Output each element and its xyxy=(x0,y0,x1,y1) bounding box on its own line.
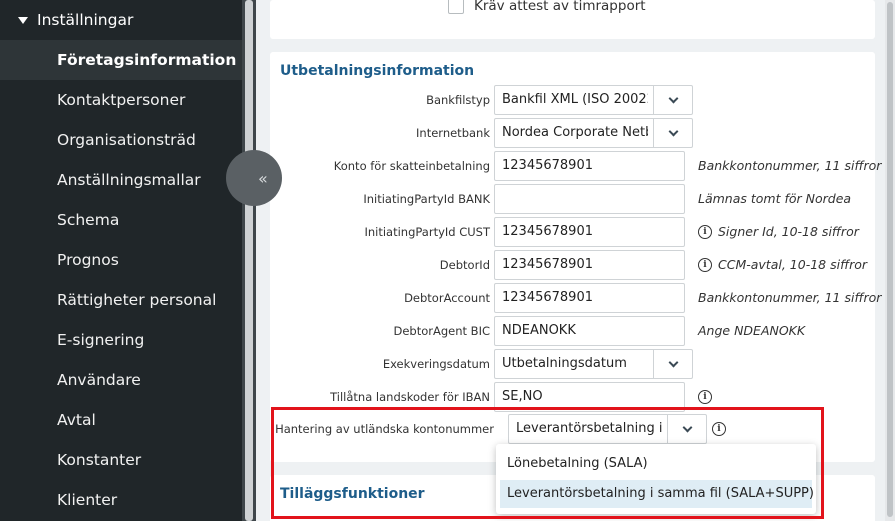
info-icon[interactable]: i xyxy=(698,258,712,272)
sidebar-item-users[interactable]: Användare xyxy=(0,360,242,400)
tax-account-hint: Bankkontonummer, 11 siffror xyxy=(698,158,882,173)
foreign-accounts-label: Hantering av utländska kontonummer xyxy=(275,422,494,436)
debtor-account-hint: Bankkontonummer, 11 siffror xyxy=(698,290,882,305)
sidebar-item-forecast[interactable]: Prognos xyxy=(0,240,242,280)
info-icon[interactable]: i xyxy=(712,422,726,436)
initiating-bank-input[interactable] xyxy=(494,184,685,214)
sidebar-item-constants[interactable]: Konstanter xyxy=(0,440,242,480)
row-iban-codes: Tillåtna landskoder för IBAN SE,NO i xyxy=(270,382,875,412)
iban-codes-label: Tillåtna landskoder för IBAN xyxy=(330,390,490,404)
sidebar-item-org-tree[interactable]: Organisationsträd xyxy=(0,120,242,160)
sidebar-scrollbar[interactable] xyxy=(242,0,256,521)
foreign-accounts-value: Leverantörsbetalning i samma fil (SALA+S… xyxy=(516,421,662,436)
attest-checkbox[interactable] xyxy=(448,0,464,14)
caret-down-icon xyxy=(18,16,28,24)
row-debtor-account: DebtorAccount 12345678901 Bankkontonumme… xyxy=(270,283,881,313)
attest-checkbox-label: Kräv attest av timrapport xyxy=(474,0,646,14)
tax-account-label: Konto för skatteinbetalning xyxy=(333,159,490,173)
row-initiating-bank: InitiatingPartyId BANK Lämnas tomt för N… xyxy=(270,184,875,214)
dropdown-option-sala[interactable]: Lönebetalning (SALA) xyxy=(500,450,812,478)
initiating-cust-input[interactable]: 12345678901 xyxy=(494,217,685,247)
row-internet-bank: Internetbank Nordea Corporate Netbank xyxy=(270,118,875,148)
debtor-agent-label: DebtorAgent BIC xyxy=(393,324,490,338)
debtor-account-input[interactable]: 12345678901 xyxy=(494,283,685,313)
execution-date-label: Exekveringsdatum xyxy=(382,357,490,371)
content-scrollbar[interactable] xyxy=(885,0,895,521)
chevron-down-icon xyxy=(668,357,678,367)
row-debtor-agent: DebtorAgent BIC NDEANOKK Ange NDEANOKK xyxy=(270,316,875,346)
sidebar-item-permissions[interactable]: Rättigheter personal xyxy=(0,280,242,320)
chevron-down-icon xyxy=(668,126,678,136)
initiating-cust-label: InitiatingPartyId CUST xyxy=(364,225,490,239)
dropdown-option-sala-supp[interactable]: Leverantörsbetalning i samma fil (SALA+S… xyxy=(500,480,814,508)
payment-info-card: Utbetalningsinformation Bankfilstyp Bank… xyxy=(270,52,881,462)
sidebar-item-employment-templates[interactable]: Anställningsmallar xyxy=(0,160,242,200)
info-icon[interactable]: i xyxy=(698,225,712,239)
debtor-id-input[interactable]: 12345678901 xyxy=(494,250,685,280)
initiating-bank-label: InitiatingPartyId BANK xyxy=(363,192,490,206)
sidebar-item-clients[interactable]: Klienter xyxy=(0,480,242,520)
chevron-down-icon xyxy=(682,422,692,432)
bankfile-type-toggle[interactable] xyxy=(653,86,692,114)
sidebar-item-company-info[interactable]: Företagsinformation xyxy=(0,40,242,80)
row-foreign-accounts: Hantering av utländska kontonummer Lever… xyxy=(270,414,875,444)
content-scrollbar-thumb[interactable] xyxy=(887,2,893,517)
bankfile-type-label: Bankfilstyp xyxy=(426,93,490,107)
attest-checkbox-row[interactable]: Kräv attest av timrapport xyxy=(448,0,646,14)
foreign-accounts-dropdown: Lönebetalning (SALA) Leverantörsbetalnin… xyxy=(496,444,816,514)
collapse-sidebar-button[interactable]: « xyxy=(226,150,282,206)
sidebar-header-label: Inställningar xyxy=(37,11,134,29)
row-debtor-id: DebtorId 12345678901 i CCM-avtal, 10-18 s… xyxy=(270,250,875,280)
bankfile-type-select[interactable]: Bankfil XML (ISO 20022) xyxy=(494,85,693,115)
sidebar-item-e-signing[interactable]: E-signering xyxy=(0,320,242,360)
iban-codes-hint: i xyxy=(698,382,718,412)
execution-date-select[interactable]: Utbetalningsdatum xyxy=(494,349,693,379)
row-bankfile-type: Bankfilstyp Bankfil XML (ISO 20022) xyxy=(270,85,875,115)
main-content: Kräv attest av timrapport Utbetalningsin… xyxy=(256,0,895,521)
internet-bank-select[interactable]: Nordea Corporate Netbank xyxy=(494,118,693,148)
internet-bank-toggle[interactable] xyxy=(653,119,692,147)
sidebar-item-contacts[interactable]: Kontaktpersoner xyxy=(0,80,242,120)
sidebar-header-settings[interactable]: Inställningar xyxy=(0,0,242,40)
sidebar-item-schedule[interactable]: Schema xyxy=(0,200,242,240)
double-chevron-left-icon: « xyxy=(258,168,268,188)
debtor-agent-input[interactable]: NDEANOKK xyxy=(494,316,685,346)
info-icon[interactable]: i xyxy=(698,390,712,404)
tax-account-input[interactable]: 12345678901 xyxy=(494,151,685,181)
sidebar-scrollbar-thumb[interactable] xyxy=(245,0,253,521)
addons-title: Tilläggsfunktioner xyxy=(280,486,425,502)
debtor-agent-hint: Ange NDEANOKK xyxy=(698,323,806,338)
foreign-accounts-select[interactable]: Leverantörsbetalning i samma fil (SALA+S… xyxy=(508,414,707,444)
debtor-id-label: DebtorId xyxy=(439,258,490,272)
sidebar-item-agreements[interactable]: Avtal xyxy=(0,400,242,440)
initiating-bank-hint: Lämnas tomt för Nordea xyxy=(698,191,852,206)
execution-date-toggle[interactable] xyxy=(653,350,692,378)
foreign-accounts-hint: i xyxy=(712,414,732,444)
internet-bank-value: Nordea Corporate Netbank xyxy=(502,125,648,140)
debtor-account-label: DebtorAccount xyxy=(404,291,490,305)
sidebar: Inställningar Företagsinformation Kontak… xyxy=(0,0,242,521)
iban-codes-input[interactable]: SE,NO xyxy=(494,382,685,412)
foreign-accounts-toggle[interactable] xyxy=(667,415,706,443)
row-tax-account: Konto för skatteinbetalning 12345678901 … xyxy=(270,151,881,181)
attest-card: Kräv attest av timrapport xyxy=(270,0,875,39)
execution-date-value: Utbetalningsdatum xyxy=(502,356,627,371)
row-initiating-cust: InitiatingPartyId CUST 12345678901 i Sign… xyxy=(270,217,875,247)
chevron-down-icon xyxy=(668,93,678,103)
payment-info-title: Utbetalningsinformation xyxy=(280,63,475,79)
debtor-id-hint: i CCM-avtal, 10-18 siffror xyxy=(698,250,867,280)
initiating-cust-hint: i Signer Id, 10-18 siffror xyxy=(698,217,859,247)
internet-bank-label: Internetbank xyxy=(416,126,490,140)
row-execution-date: Exekveringsdatum Utbetalningsdatum xyxy=(270,349,875,379)
bankfile-type-value: Bankfil XML (ISO 20022) xyxy=(502,92,648,107)
